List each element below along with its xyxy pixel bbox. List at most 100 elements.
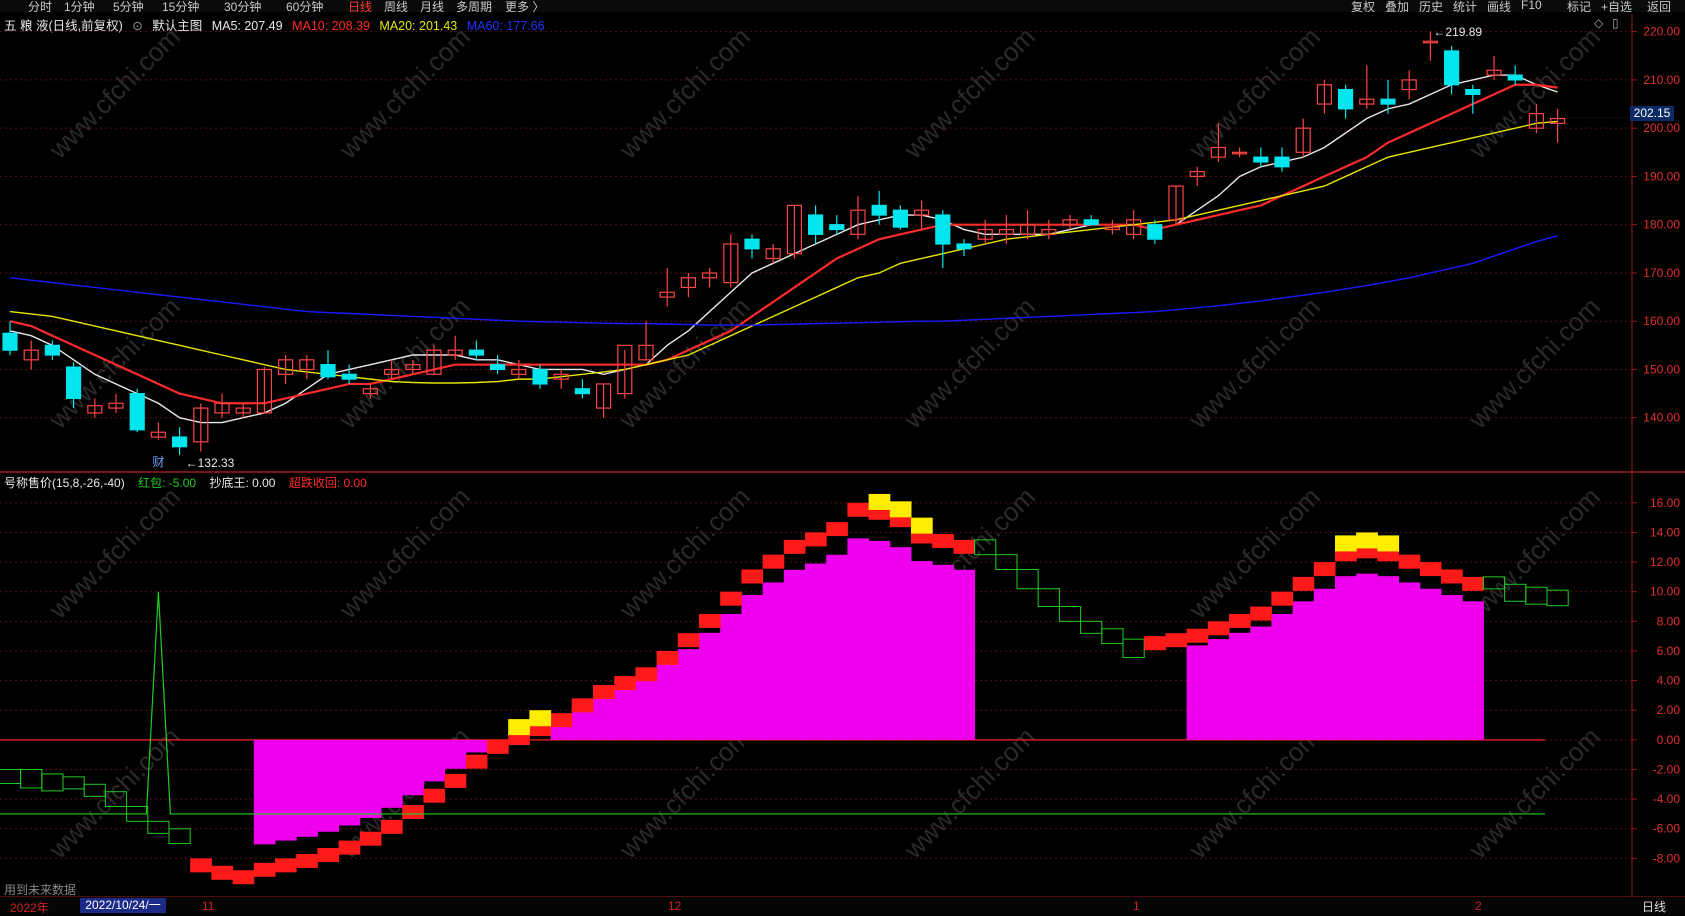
red-step	[1207, 621, 1230, 636]
price-axis-label-8: 140.00	[1643, 411, 1680, 425]
candle	[1465, 88, 1481, 95]
candle	[1443, 50, 1460, 86]
magenta-bar	[423, 739, 446, 782]
future-data-note: 用到未来数据	[4, 883, 77, 897]
green-box	[41, 773, 64, 792]
candle	[129, 393, 145, 431]
red-step	[656, 650, 679, 665]
green-box	[1525, 586, 1548, 605]
red-step	[1250, 606, 1272, 621]
magenta-bar	[1356, 573, 1378, 740]
red-step	[232, 870, 255, 885]
red-step	[423, 788, 446, 803]
ind-axis-label-10: -4.00	[1653, 792, 1681, 806]
ind-axis-label-0: 16.00	[1650, 496, 1680, 510]
yellow-cap	[529, 710, 552, 727]
yellow-cap	[1377, 535, 1400, 552]
red-step	[359, 831, 382, 846]
month-label-12: 12	[668, 899, 682, 913]
candle	[532, 368, 548, 385]
watermark-21: www.cfchi.com	[897, 721, 1040, 864]
watermark-5: www.cfchi.com	[1462, 21, 1605, 164]
ma-line-ma5	[9, 74, 1558, 424]
watermark-3: www.cfchi.com	[897, 21, 1040, 164]
red-step	[571, 698, 594, 713]
candle	[935, 214, 951, 245]
green-box	[168, 828, 191, 845]
financial-report-marker: 财	[152, 455, 164, 469]
green-box	[1546, 589, 1569, 607]
watermark-2: www.cfchi.com	[612, 21, 755, 164]
magenta-bar	[253, 739, 276, 845]
candle	[1083, 219, 1099, 226]
red-step	[805, 532, 827, 547]
magenta-bar	[783, 569, 806, 740]
stock-chart[interactable]: www.cfchi.com www.cfchi.com www.cfchi.com w…	[0, 0, 1685, 915]
magenta-bar	[465, 739, 488, 753]
red-step	[338, 840, 361, 855]
magenta-bar	[826, 554, 848, 740]
ind-axis-label-9: -2.00	[1653, 762, 1681, 776]
year-label: 2022年	[10, 901, 49, 915]
ind-axis-label-3: 10.00	[1650, 585, 1680, 599]
red-step	[211, 865, 234, 880]
ind-axis-label-1: 14.00	[1650, 525, 1680, 539]
magenta-bar	[932, 564, 954, 740]
candle	[65, 366, 82, 400]
red-step	[190, 858, 212, 873]
red-step	[699, 613, 721, 628]
watermark-18: www.cfchi.com	[42, 721, 185, 864]
red-step	[720, 591, 742, 606]
watermark-22: www.cfchi.com	[1182, 721, 1325, 864]
magenta-bar	[677, 649, 700, 740]
ind-axis-label-5: 6.00	[1657, 644, 1681, 658]
magenta-bar	[911, 561, 933, 740]
price-axis-label-3: 190.00	[1643, 169, 1680, 183]
red-step	[275, 858, 297, 873]
red-step	[953, 539, 976, 554]
red-step	[1186, 628, 1209, 643]
magenta-bar	[296, 739, 318, 837]
period-indicator[interactable]: 日线	[1642, 898, 1666, 915]
red-step	[932, 533, 954, 548]
month-label-11: 11	[202, 899, 215, 913]
magenta-bar	[444, 739, 467, 769]
red-step	[593, 685, 615, 700]
red-step	[1165, 633, 1188, 648]
candle	[1147, 224, 1163, 240]
watermark-23: www.cfchi.com	[1462, 721, 1605, 864]
candle	[1380, 98, 1396, 105]
candle	[44, 344, 61, 356]
red-step	[635, 667, 658, 682]
red-step	[1144, 636, 1166, 651]
watermark-20: www.cfchi.com	[612, 721, 755, 864]
ma-line-ma10	[9, 83, 1558, 405]
ind-axis-label-4: 8.00	[1657, 614, 1681, 628]
red-step	[762, 554, 785, 569]
price-axis-label-2: 200.00	[1643, 121, 1680, 135]
magenta-bar	[1292, 601, 1315, 740]
red-step	[465, 754, 488, 769]
green-box	[1101, 628, 1124, 645]
candle	[341, 373, 357, 380]
watermark-11: www.cfchi.com	[1462, 291, 1605, 434]
cursor-date: 2022/10/24/一	[80, 898, 166, 913]
watermark-12: www.cfchi.com	[42, 481, 185, 624]
candle	[744, 238, 760, 250]
ind-axis-label-6: 4.00	[1657, 674, 1681, 688]
magenta-bar	[1271, 613, 1294, 740]
magenta-bar	[1441, 595, 1463, 740]
magenta-bar	[381, 739, 403, 808]
ind-axis-label-12: -8.00	[1653, 851, 1681, 865]
magenta-bar	[275, 739, 297, 841]
red-step	[677, 633, 700, 648]
red-step	[847, 502, 870, 517]
candle	[320, 364, 336, 378]
green-box	[1122, 638, 1145, 659]
date-axis-bar	[0, 897, 1685, 915]
candle	[807, 214, 824, 235]
magenta-bar	[1207, 639, 1230, 740]
green-box	[20, 768, 43, 789]
magenta-bar	[868, 540, 891, 740]
green-box	[62, 776, 85, 790]
